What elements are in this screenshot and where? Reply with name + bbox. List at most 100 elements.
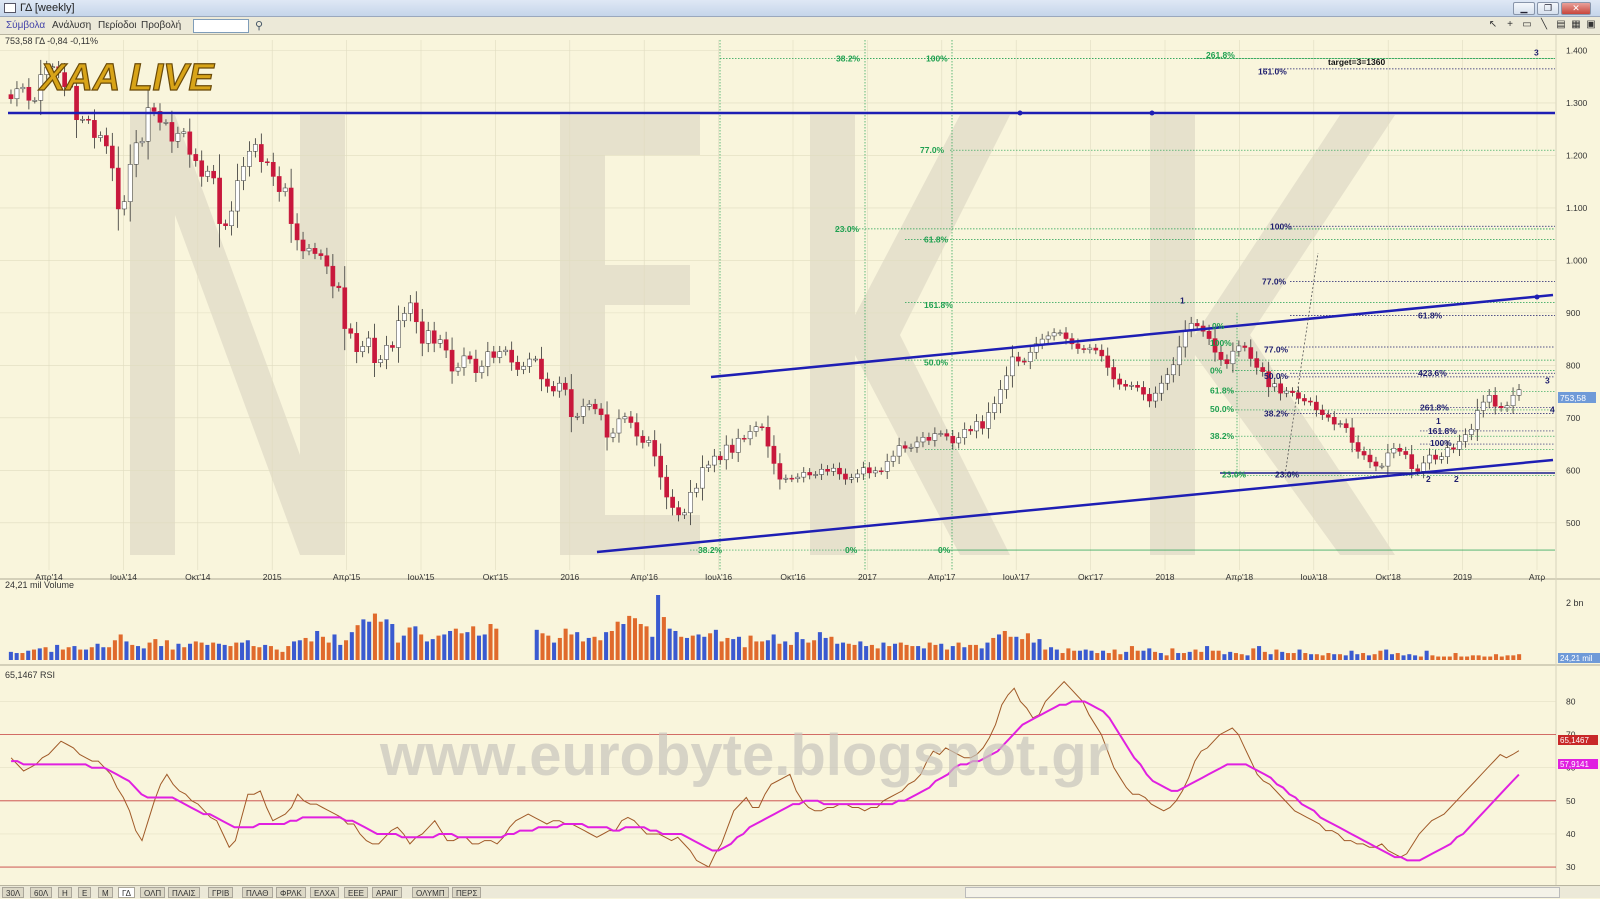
search-icon[interactable]: ⚲	[255, 19, 269, 33]
tab-15[interactable]: ΠΕΡΣ	[452, 887, 482, 898]
volume-bar	[875, 648, 880, 660]
candle	[676, 507, 681, 516]
menu-symbols[interactable]: Σύμβολα	[6, 20, 45, 31]
svg-text:753,58: 753,58	[1560, 393, 1586, 403]
candle	[980, 421, 985, 429]
crosshair-icon[interactable]: +	[1503, 19, 1517, 33]
volume-bar	[1233, 653, 1238, 660]
candle	[1224, 359, 1230, 365]
tab-10[interactable]: ΦΡΛΚ	[276, 887, 306, 898]
tab-0[interactable]: 30Λ	[2, 887, 25, 898]
candle	[509, 349, 515, 363]
close-button[interactable]: ✕	[1561, 2, 1591, 15]
tab-2[interactable]: Η	[58, 887, 72, 898]
volume-bar	[1141, 650, 1146, 660]
tab-6[interactable]: ΟΛΠ	[140, 887, 166, 898]
volume-bar	[112, 640, 117, 660]
volume-bar	[1222, 654, 1227, 660]
tab-1[interactable]: 60Λ	[30, 887, 53, 898]
candle	[878, 470, 884, 473]
candle	[1331, 417, 1337, 425]
chart-area[interactable]: target=3=136038.2% 100% 261.8%77.0%23.0%61…	[0, 35, 1600, 885]
fib-label-green: 38.2%	[836, 53, 861, 63]
candle	[1147, 393, 1152, 402]
candle	[467, 355, 473, 360]
candle	[1021, 360, 1027, 363]
volume-bar	[546, 635, 551, 660]
volume-bar	[534, 629, 539, 660]
tab-8[interactable]: ΓΡΙΒ	[208, 887, 234, 898]
save-icon[interactable]: ▣	[1584, 19, 1598, 33]
time-tick: Απρ'18	[1226, 572, 1254, 582]
candle	[759, 426, 765, 428]
cursor-icon[interactable]: ↖	[1486, 19, 1500, 33]
candle	[866, 467, 872, 474]
volume-bar	[1499, 656, 1504, 660]
tab-11[interactable]: ΕΛΧΑ	[310, 887, 340, 898]
volume-bar	[1436, 656, 1441, 660]
volume-bar	[898, 642, 903, 660]
candle	[229, 210, 234, 227]
volume-bar	[1505, 655, 1510, 660]
tab-12[interactable]: ΕΕΕ	[344, 887, 369, 898]
minimize-button[interactable]: ▁	[1513, 2, 1535, 15]
restore-button[interactable]: ❐	[1537, 2, 1559, 15]
tab-3[interactable]: Ε	[78, 887, 92, 898]
candle	[104, 135, 109, 147]
candle	[181, 131, 187, 134]
candle	[1087, 347, 1093, 350]
horizontal-scrollbar[interactable]	[965, 887, 1560, 898]
time-tick: Οκτ'16	[780, 572, 806, 582]
volume-bar	[430, 639, 435, 660]
svg-text:24,21 mil: 24,21 mil	[1560, 654, 1593, 663]
volume-bar	[1453, 653, 1458, 660]
volume-bar	[315, 630, 320, 660]
candle	[539, 358, 544, 380]
volume-bar	[482, 634, 487, 660]
candle	[1379, 465, 1385, 468]
tab-4[interactable]: Μ	[98, 887, 113, 898]
fib-label-green: 0%	[1210, 366, 1223, 376]
volume-bar	[332, 634, 337, 660]
tab-5[interactable]: ΓΔ	[118, 887, 136, 898]
volume-bar	[211, 642, 216, 660]
rsi-legend: 65,1467 RSI	[5, 670, 55, 680]
volume-bar	[927, 642, 932, 660]
menu-analysis[interactable]: Ανάλυση	[52, 20, 91, 31]
time-tick: 2019	[1453, 572, 1472, 582]
volume-bar	[1280, 651, 1285, 660]
candle	[288, 187, 294, 224]
candle	[20, 86, 26, 90]
candle	[825, 468, 830, 472]
volume-bar	[37, 648, 42, 660]
candle	[372, 337, 377, 363]
tab-13[interactable]: ΑΡΑΙΓ	[372, 887, 403, 898]
trendline-icon[interactable]: ╲	[1537, 19, 1551, 33]
candle	[1141, 387, 1146, 395]
layout-icon[interactable]: ▤	[1554, 19, 1568, 33]
volume-bar	[216, 643, 221, 660]
volume-bar	[1031, 642, 1036, 660]
candle	[139, 141, 145, 144]
candle	[1081, 348, 1087, 350]
volume-bar	[754, 641, 759, 660]
menu-view[interactable]: Προβολή	[141, 20, 181, 31]
volume-bar	[1355, 654, 1360, 660]
menu-periods[interactable]: Περίοδοι	[98, 20, 137, 31]
tab-14[interactable]: ΟΛΥΜΠ	[412, 887, 449, 898]
grid-icon[interactable]: ▦	[1569, 19, 1583, 33]
candle	[1218, 351, 1224, 360]
zoom-box-icon[interactable]: ▭	[1520, 19, 1534, 33]
tab-9[interactable]: ΠΛΑΘ	[242, 887, 273, 898]
tab-7[interactable]: ΠΛΑΙΣ	[168, 887, 200, 898]
candle	[861, 467, 866, 475]
candle	[938, 433, 944, 435]
symbol-input[interactable]	[193, 19, 249, 33]
candle	[425, 330, 431, 344]
volume-bar	[783, 641, 788, 660]
volume-bar	[673, 630, 678, 660]
volume-bar	[14, 653, 19, 660]
price-legend: 753,58 ΓΔ -0,84 -0,11%	[5, 36, 98, 46]
candle	[431, 330, 437, 344]
candle	[1516, 389, 1522, 396]
